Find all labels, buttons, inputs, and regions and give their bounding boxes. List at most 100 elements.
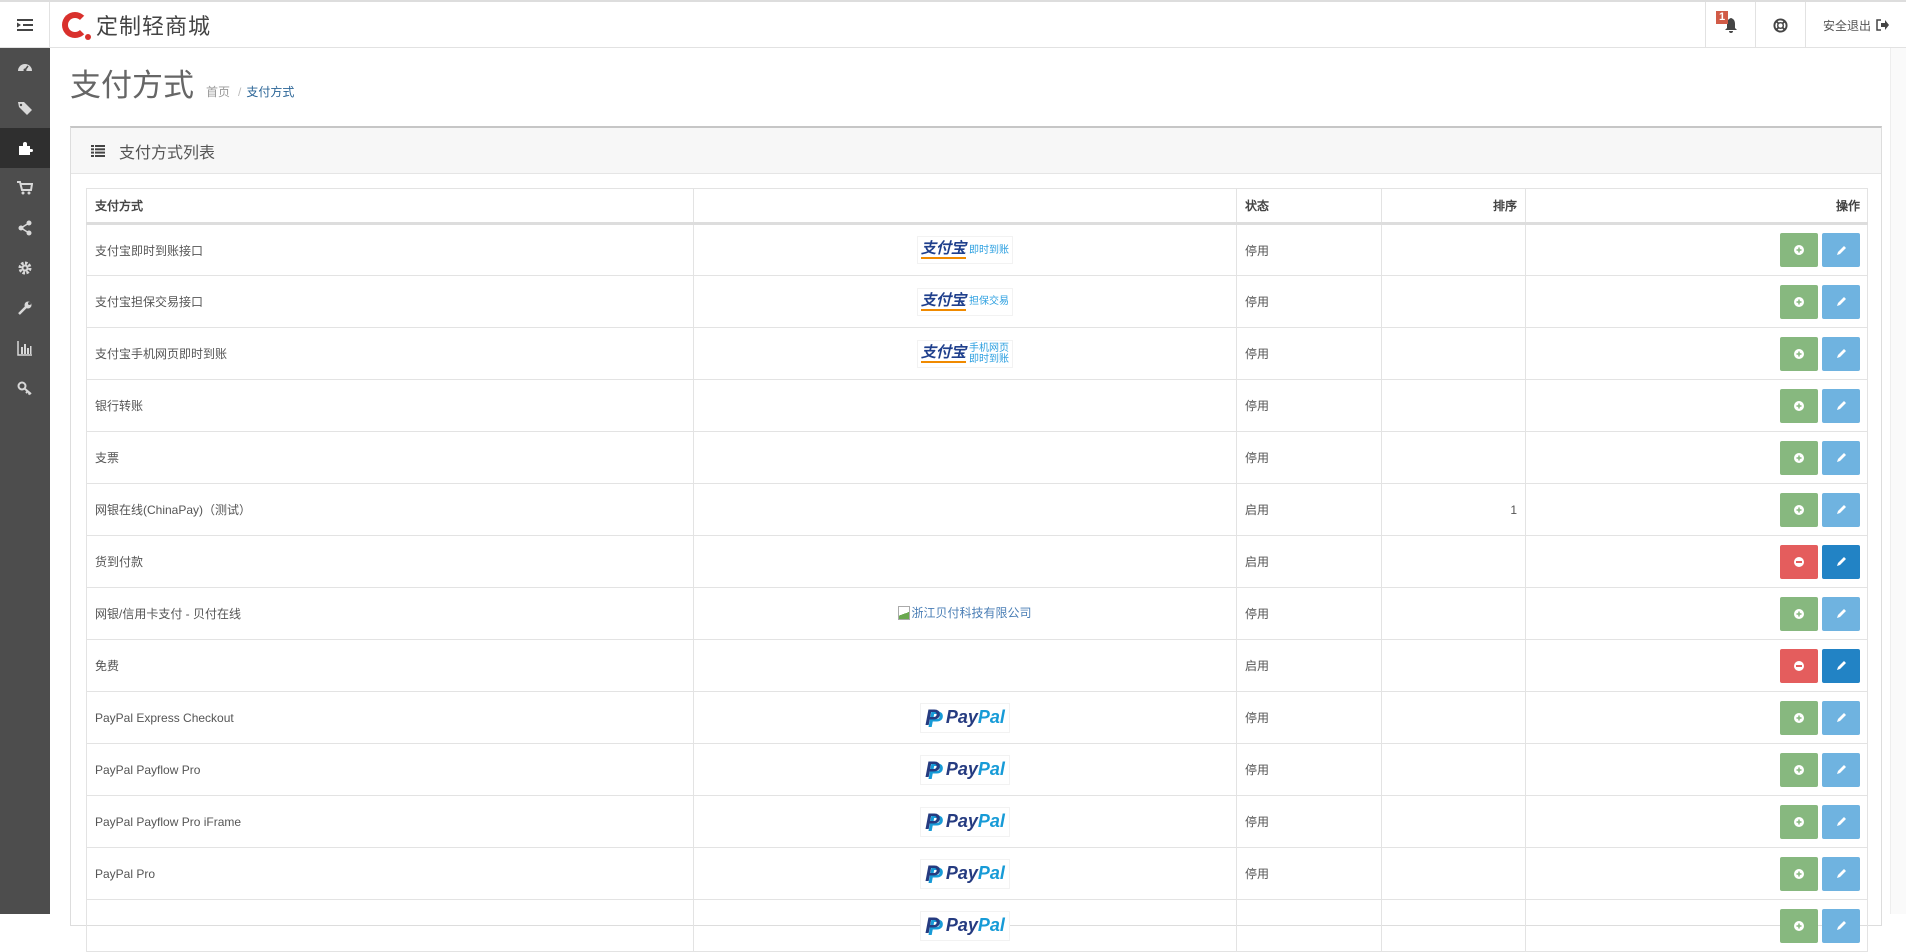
enable-button[interactable] xyxy=(1780,804,1818,839)
life-ring-icon xyxy=(1773,17,1788,33)
sidebar-item-bar-chart[interactable] xyxy=(0,328,50,368)
enable-button[interactable] xyxy=(1780,284,1818,319)
status-cell: 启用 xyxy=(1236,535,1382,588)
edit-button[interactable] xyxy=(1822,648,1860,683)
sidebar-item-wrench[interactable] xyxy=(0,288,50,328)
payment-method-name: 支票 xyxy=(86,431,694,484)
breadcrumb-home[interactable]: 首页 xyxy=(206,83,230,100)
payment-logo-cell: 支付宝 担保交易 xyxy=(693,275,1237,328)
sort-cell xyxy=(1381,379,1526,432)
edit-button[interactable] xyxy=(1822,700,1860,735)
pencil-icon xyxy=(1836,245,1846,255)
edit-button[interactable] xyxy=(1822,284,1860,319)
payment-logo-cell: 支付宝 手机网页 即时到账 xyxy=(693,327,1237,380)
enable-button[interactable] xyxy=(1780,388,1818,423)
payment-method-name: 银行转账 xyxy=(86,379,694,432)
enable-button[interactable] xyxy=(1780,440,1818,475)
minus-circle-icon xyxy=(1794,556,1804,567)
actions-cell xyxy=(1525,379,1868,432)
alipay-logo-main: 支付宝 xyxy=(920,240,966,259)
enable-button[interactable] xyxy=(1780,856,1818,891)
edit-button[interactable] xyxy=(1822,440,1860,475)
edit-button[interactable] xyxy=(1822,492,1860,527)
sort-cell xyxy=(1381,899,1526,952)
sidebar-item-gear[interactable] xyxy=(0,248,50,288)
pencil-icon xyxy=(1836,505,1846,514)
sidebar xyxy=(0,48,50,914)
pencil-icon xyxy=(1836,349,1846,358)
pencil-icon xyxy=(1836,661,1846,670)
pencil-icon xyxy=(1836,817,1846,826)
status-cell: 停用 xyxy=(1236,847,1382,900)
edit-button[interactable] xyxy=(1822,388,1860,423)
actions-cell xyxy=(1525,483,1868,536)
enable-button[interactable] xyxy=(1780,233,1818,267)
edit-button[interactable] xyxy=(1822,752,1860,787)
paypal-logo-pay: Pay xyxy=(945,915,978,935)
edit-button[interactable] xyxy=(1822,804,1860,839)
sort-cell: 1 xyxy=(1381,483,1526,536)
sort-cell xyxy=(1381,223,1526,276)
wrench-icon xyxy=(18,301,32,315)
table-row: 免费 启用 xyxy=(86,639,1868,692)
page-scrollbar[interactable] xyxy=(1890,48,1906,914)
paypal-logo-pay: Pay xyxy=(945,863,978,883)
alipay-logo: 支付宝 即时到账 xyxy=(916,236,1013,264)
enable-button[interactable] xyxy=(1780,596,1818,631)
pencil-icon xyxy=(1836,765,1846,774)
sidebar-item-share[interactable] xyxy=(0,208,50,248)
help-button[interactable] xyxy=(1755,2,1805,48)
brand-logo[interactable]: 定制轻商城 xyxy=(62,10,211,40)
disable-button[interactable] xyxy=(1780,544,1818,579)
brand-name: 定制轻商城 xyxy=(96,14,212,39)
sidebar-item-tags[interactable] xyxy=(0,88,50,128)
share-icon xyxy=(18,220,32,236)
sidebar-item-key[interactable] xyxy=(0,368,50,408)
sidebar-item-cart[interactable] xyxy=(0,168,50,208)
payment-logo-cell: P Pay Pal xyxy=(693,743,1237,796)
paypal-logo: P Pay Pal xyxy=(920,858,1010,889)
alipay-logo-main: 支付宝 xyxy=(920,343,966,363)
paypal-p-icon: P xyxy=(925,808,940,834)
sidebar-item-dashboard[interactable] xyxy=(0,48,50,88)
plus-circle-icon xyxy=(1794,712,1804,723)
plus-circle-icon xyxy=(1794,816,1804,827)
paypal-logo: P Pay Pal xyxy=(920,754,1010,785)
status-cell xyxy=(1236,899,1382,952)
logout-button[interactable]: 安全退出 xyxy=(1805,2,1906,48)
payment-logo-cell xyxy=(693,379,1237,432)
status-cell: 停用 xyxy=(1236,327,1382,380)
table-row: PayPal Pro P Pay Pal 停用 xyxy=(86,847,1868,900)
puzzle-icon xyxy=(19,142,33,155)
enable-button[interactable] xyxy=(1780,336,1818,371)
actions-cell xyxy=(1525,327,1868,380)
edit-button[interactable] xyxy=(1822,336,1860,371)
header-status: 状态 xyxy=(1236,188,1382,225)
payment-method-name: 货到付款 xyxy=(86,535,694,588)
broken-image: 浙江贝付科技有限公司 xyxy=(898,604,1032,621)
edit-button[interactable] xyxy=(1822,856,1860,891)
payment-logo-cell xyxy=(693,431,1237,484)
enable-button[interactable] xyxy=(1780,492,1818,527)
pencil-icon xyxy=(1836,401,1846,410)
plus-circle-icon xyxy=(1794,764,1804,775)
status-cell: 停用 xyxy=(1236,743,1382,796)
alipay-logo-sub: 即时到账 xyxy=(969,244,1009,256)
table-header-row: 支付方式 状态 排序 操作 xyxy=(86,188,1868,225)
edit-button[interactable] xyxy=(1822,233,1860,267)
disable-button[interactable] xyxy=(1780,648,1818,683)
payment-method-name: 支付宝担保交易接口 xyxy=(86,275,694,328)
sort-cell xyxy=(1381,691,1526,744)
sidebar-item-puzzle[interactable] xyxy=(0,128,50,168)
edit-button[interactable] xyxy=(1822,596,1860,631)
paypal-logo: P Pay Pal xyxy=(920,910,1010,941)
plus-circle-icon xyxy=(1794,504,1804,515)
enable-button[interactable] xyxy=(1780,752,1818,787)
alipay-logo: 支付宝 担保交易 xyxy=(916,287,1013,316)
status-cell: 停用 xyxy=(1236,275,1382,328)
enable-button[interactable] xyxy=(1780,700,1818,735)
notifications-button[interactable]: 1 xyxy=(1705,2,1755,48)
menu-toggle-button[interactable] xyxy=(0,2,50,48)
bar-chart-icon xyxy=(17,341,32,356)
edit-button[interactable] xyxy=(1822,544,1860,579)
